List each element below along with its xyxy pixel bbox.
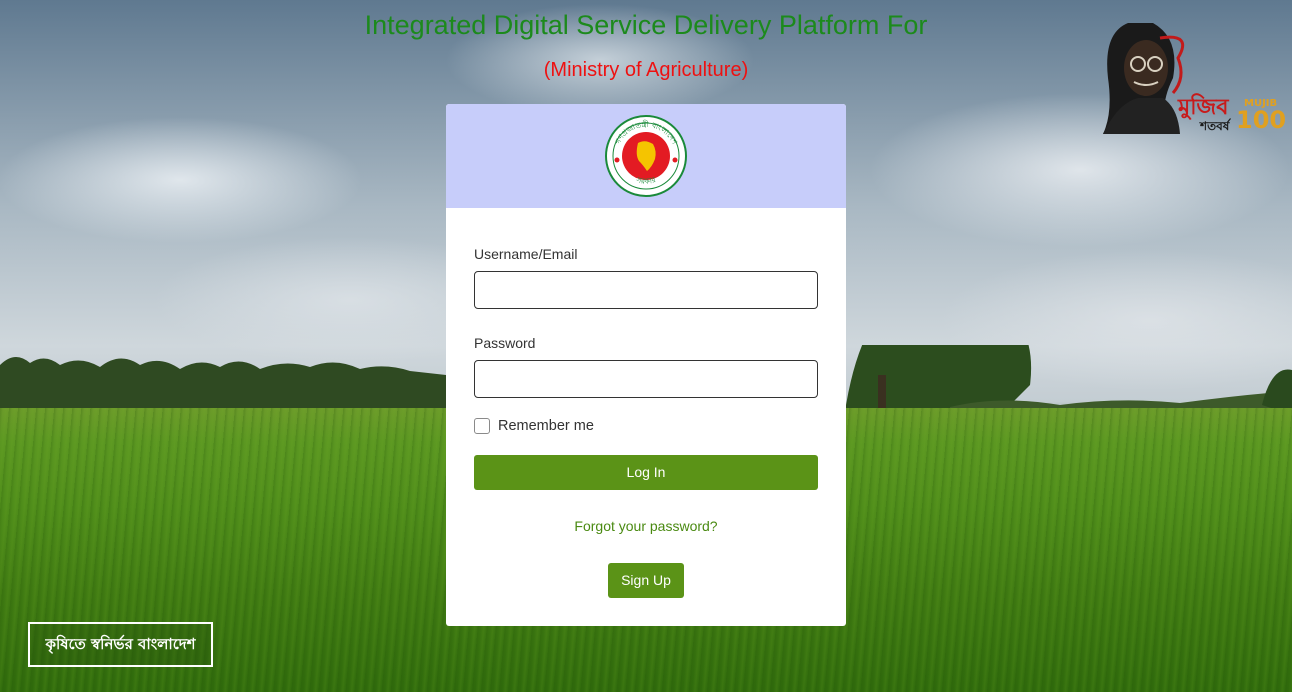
remember-me-checkbox[interactable] <box>474 418 490 434</box>
mujib-number-text: 100 <box>1236 106 1287 134</box>
login-card: গণপ্রজাতন্ত্রী বাংলাদেশ সরকার Username/E… <box>446 104 846 626</box>
login-button[interactable]: Log In <box>474 455 818 490</box>
mujib-100-logo: মুজিব শতবর্ষ MUJIB 100 <box>1098 18 1286 136</box>
username-input[interactable] <box>474 271 818 309</box>
bangladesh-government-emblem: গণপ্রজাতন্ত্রী বাংলাদেশ সরকার <box>605 115 687 197</box>
remember-me-label: Remember me <box>498 418 594 434</box>
mujib-bengali-subtext: শতবর্ষ <box>1200 119 1230 133</box>
slogan-badge: কৃষিতে স্বনির্ভর বাংলাদেশ <box>28 622 213 667</box>
login-card-header: গণপ্রজাতন্ত্রী বাংলাদেশ সরকার <box>446 104 846 208</box>
username-label: Username/Email <box>474 246 578 262</box>
forgot-password-link[interactable]: Forgot your password? <box>446 518 846 534</box>
password-input[interactable] <box>474 360 818 398</box>
signup-button[interactable]: Sign Up <box>608 563 684 598</box>
password-label: Password <box>474 335 536 351</box>
